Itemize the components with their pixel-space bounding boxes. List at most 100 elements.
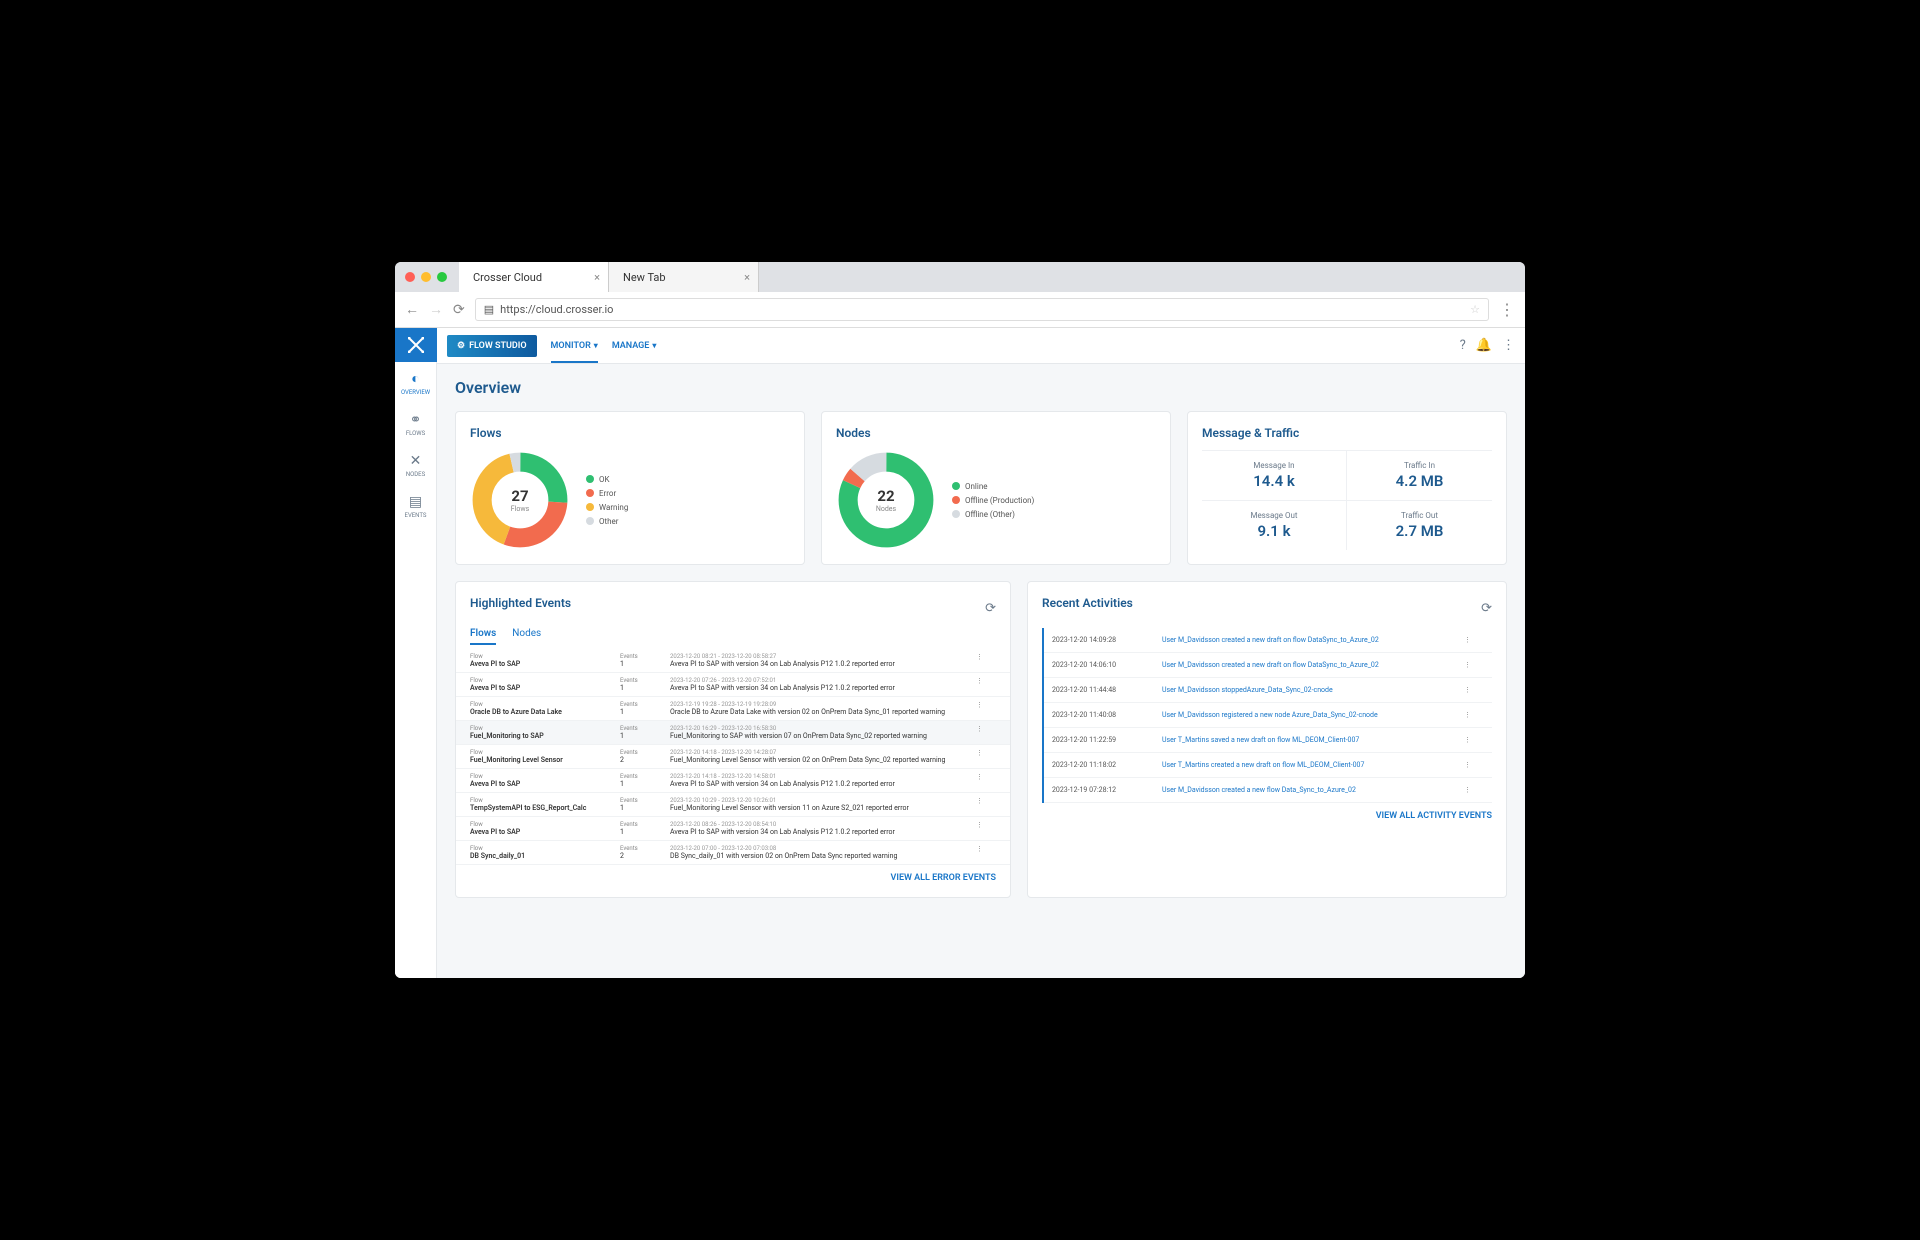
- event-col-flow: Flow: [470, 845, 620, 852]
- manage-menu[interactable]: MANAGE ▾: [612, 341, 657, 351]
- event-desc: Aveva PI to SAP with version 34 on Lab A…: [670, 828, 976, 836]
- app-root: ◐ OVERVIEW ⚭ FLOWS ✕ NODES ▤ EVENTS ⚙ FL…: [395, 328, 1525, 978]
- main: ⚙ FLOW STUDIO MONITOR ▾ MANAGE ▾ ? 🔔 ⋮: [437, 328, 1525, 978]
- event-name: Oracle DB to Azure Data Lake: [470, 708, 620, 716]
- event-col-events: Events: [620, 749, 670, 756]
- event-row[interactable]: FlowFuel_Monitoring Level SensorEvents22…: [456, 745, 1010, 769]
- activity-row[interactable]: 2023-12-20 11:18:02User T_Martins create…: [1044, 753, 1492, 778]
- more-icon[interactable]: ⋮: [976, 701, 996, 716]
- event-row[interactable]: FlowTempSystemAPI to ESG_Report_CalcEven…: [456, 793, 1010, 817]
- event-row[interactable]: FlowDB Sync_daily_01Events22023-12-20 07…: [456, 841, 1010, 865]
- flow-studio-button[interactable]: ⚙ FLOW STUDIO: [447, 335, 537, 357]
- close-icon[interactable]: ×: [744, 271, 750, 284]
- app-logo[interactable]: [395, 328, 437, 362]
- more-icon[interactable]: ⋮: [976, 653, 996, 668]
- view-all-errors-link[interactable]: VIEW ALL ERROR EVENTS: [470, 873, 996, 883]
- maximize-window-icon[interactable]: [437, 272, 447, 282]
- sidebar-item-nodes[interactable]: ✕ NODES: [395, 445, 437, 486]
- bell-icon[interactable]: 🔔: [1476, 338, 1492, 353]
- browser-tab[interactable]: New Tab ×: [609, 262, 759, 292]
- url-bar: ← → ⟳ ▤ https://cloud.crosser.io ☆ ⋮: [395, 292, 1525, 328]
- nodes-icon: ✕: [410, 453, 422, 469]
- more-icon[interactable]: ⋮: [1464, 636, 1484, 644]
- activity-row[interactable]: 2023-12-19 07:28:12User M_Davidsson crea…: [1044, 778, 1492, 803]
- legend-label: Other: [599, 517, 618, 526]
- help-icon[interactable]: ?: [1460, 338, 1466, 353]
- card-title: Nodes: [836, 426, 1156, 440]
- more-icon[interactable]: ⋮: [976, 797, 996, 812]
- chrome-top: Crosser Cloud × New Tab × ← → ⟳ ▤ https:…: [395, 262, 1525, 328]
- activity-row[interactable]: 2023-12-20 14:09:28User M_Davidsson crea…: [1044, 628, 1492, 653]
- more-icon[interactable]: ⋮: [976, 725, 996, 740]
- more-icon[interactable]: ⋮: [976, 677, 996, 692]
- more-icon[interactable]: ⋮: [1464, 761, 1484, 769]
- activity-list: 2023-12-20 14:09:28User M_Davidsson crea…: [1042, 628, 1492, 803]
- browser-menu-icon[interactable]: ⋮: [1499, 300, 1515, 319]
- card-title: Highlighted Events: [470, 596, 571, 610]
- metric-value: 9.1 k: [1212, 522, 1336, 540]
- browser-tab-active[interactable]: Crosser Cloud ×: [459, 262, 609, 292]
- metric-message-out: Message Out 9.1 k: [1202, 500, 1347, 550]
- more-icon[interactable]: ⋮: [1464, 686, 1484, 694]
- activity-row[interactable]: 2023-12-20 11:44:48User M_Davidsson stop…: [1044, 678, 1492, 703]
- event-row[interactable]: FlowOracle DB to Azure Data LakeEvents12…: [456, 697, 1010, 721]
- card-title: Recent Activities: [1042, 596, 1133, 610]
- metric-traffic-in: Traffic In 4.2 MB: [1347, 450, 1492, 500]
- bookmark-icon[interactable]: ☆: [1470, 303, 1480, 316]
- flows-total: 27: [511, 487, 528, 505]
- minimize-window-icon[interactable]: [421, 272, 431, 282]
- more-icon[interactable]: ⋮: [976, 773, 996, 788]
- legend-label: Offline (Other): [965, 510, 1015, 519]
- activity-row[interactable]: 2023-12-20 11:40:08User M_Davidsson regi…: [1044, 703, 1492, 728]
- more-icon[interactable]: ⋮: [976, 845, 996, 860]
- monitor-menu[interactable]: MONITOR ▾: [551, 341, 598, 363]
- tab-flows[interactable]: Flows: [470, 628, 496, 645]
- flow-studio-label: FLOW STUDIO: [469, 341, 526, 351]
- activity-time: 2023-12-19 07:28:12: [1052, 786, 1162, 794]
- view-all-activities-link[interactable]: VIEW ALL ACTIVITY EVENTS: [1042, 811, 1492, 821]
- event-row[interactable]: FlowAveva PI to SAPEvents12023-12-20 14:…: [456, 769, 1010, 793]
- activity-desc: User T_Martins created a new draft on fl…: [1162, 761, 1464, 769]
- legend-item: Error: [586, 489, 628, 498]
- back-icon[interactable]: ←: [405, 301, 419, 318]
- event-col-events: Events: [620, 653, 670, 660]
- legend-dot-icon: [586, 475, 594, 483]
- address-input[interactable]: ▤ https://cloud.crosser.io ☆: [475, 298, 1489, 321]
- flows-legend: OKErrorWarningOther: [586, 475, 628, 526]
- close-window-icon[interactable]: [405, 272, 415, 282]
- more-icon[interactable]: ⋮: [976, 821, 996, 836]
- sidebar-item-flows[interactable]: ⚭ FLOWS: [395, 404, 437, 445]
- event-row[interactable]: FlowFuel_Monitoring to SAPEvents12023-12…: [456, 721, 1010, 745]
- more-icon[interactable]: ⋮: [1502, 338, 1515, 353]
- event-row[interactable]: FlowAveva PI to SAPEvents12023-12-20 08:…: [456, 649, 1010, 673]
- event-time: 2023-12-20 16:29 - 2023-12-20 16:58:30: [670, 725, 976, 732]
- metric-label: Traffic Out: [1357, 511, 1482, 520]
- event-count: 1: [620, 708, 670, 716]
- activity-row[interactable]: 2023-12-20 11:22:59User T_Martins saved …: [1044, 728, 1492, 753]
- event-row[interactable]: FlowAveva PI to SAPEvents12023-12-20 07:…: [456, 673, 1010, 697]
- more-icon[interactable]: ⋮: [1464, 661, 1484, 669]
- forward-icon[interactable]: →: [429, 301, 443, 318]
- events-list[interactable]: FlowAveva PI to SAPEvents12023-12-20 08:…: [456, 649, 1010, 865]
- refresh-icon[interactable]: ⟳: [1481, 601, 1492, 616]
- event-row[interactable]: FlowAveva PI to SAPEvents12023-12-20 08:…: [456, 817, 1010, 841]
- legend-dot-icon: [586, 503, 594, 511]
- event-name: DB Sync_daily_01: [470, 852, 620, 860]
- more-icon[interactable]: ⋮: [1464, 736, 1484, 744]
- legend-item: Online: [952, 482, 1034, 491]
- close-icon[interactable]: ×: [594, 271, 600, 284]
- sidebar-item-events[interactable]: ▤ EVENTS: [395, 486, 437, 527]
- event-col-flow: Flow: [470, 821, 620, 828]
- metric-label: Message In: [1212, 461, 1336, 470]
- sidebar-item-overview[interactable]: ◐ OVERVIEW: [395, 362, 437, 404]
- legend-dot-icon: [952, 496, 960, 504]
- activity-desc: User M_Davidsson created a new draft on …: [1162, 661, 1464, 669]
- refresh-icon[interactable]: ⟳: [985, 601, 996, 616]
- legend-label: Error: [599, 489, 616, 498]
- more-icon[interactable]: ⋮: [976, 749, 996, 764]
- reload-icon[interactable]: ⟳: [453, 302, 465, 318]
- more-icon[interactable]: ⋮: [1464, 711, 1484, 719]
- more-icon[interactable]: ⋮: [1464, 786, 1484, 794]
- tab-nodes[interactable]: Nodes: [512, 628, 541, 645]
- activity-row[interactable]: 2023-12-20 14:06:10User M_Davidsson crea…: [1044, 653, 1492, 678]
